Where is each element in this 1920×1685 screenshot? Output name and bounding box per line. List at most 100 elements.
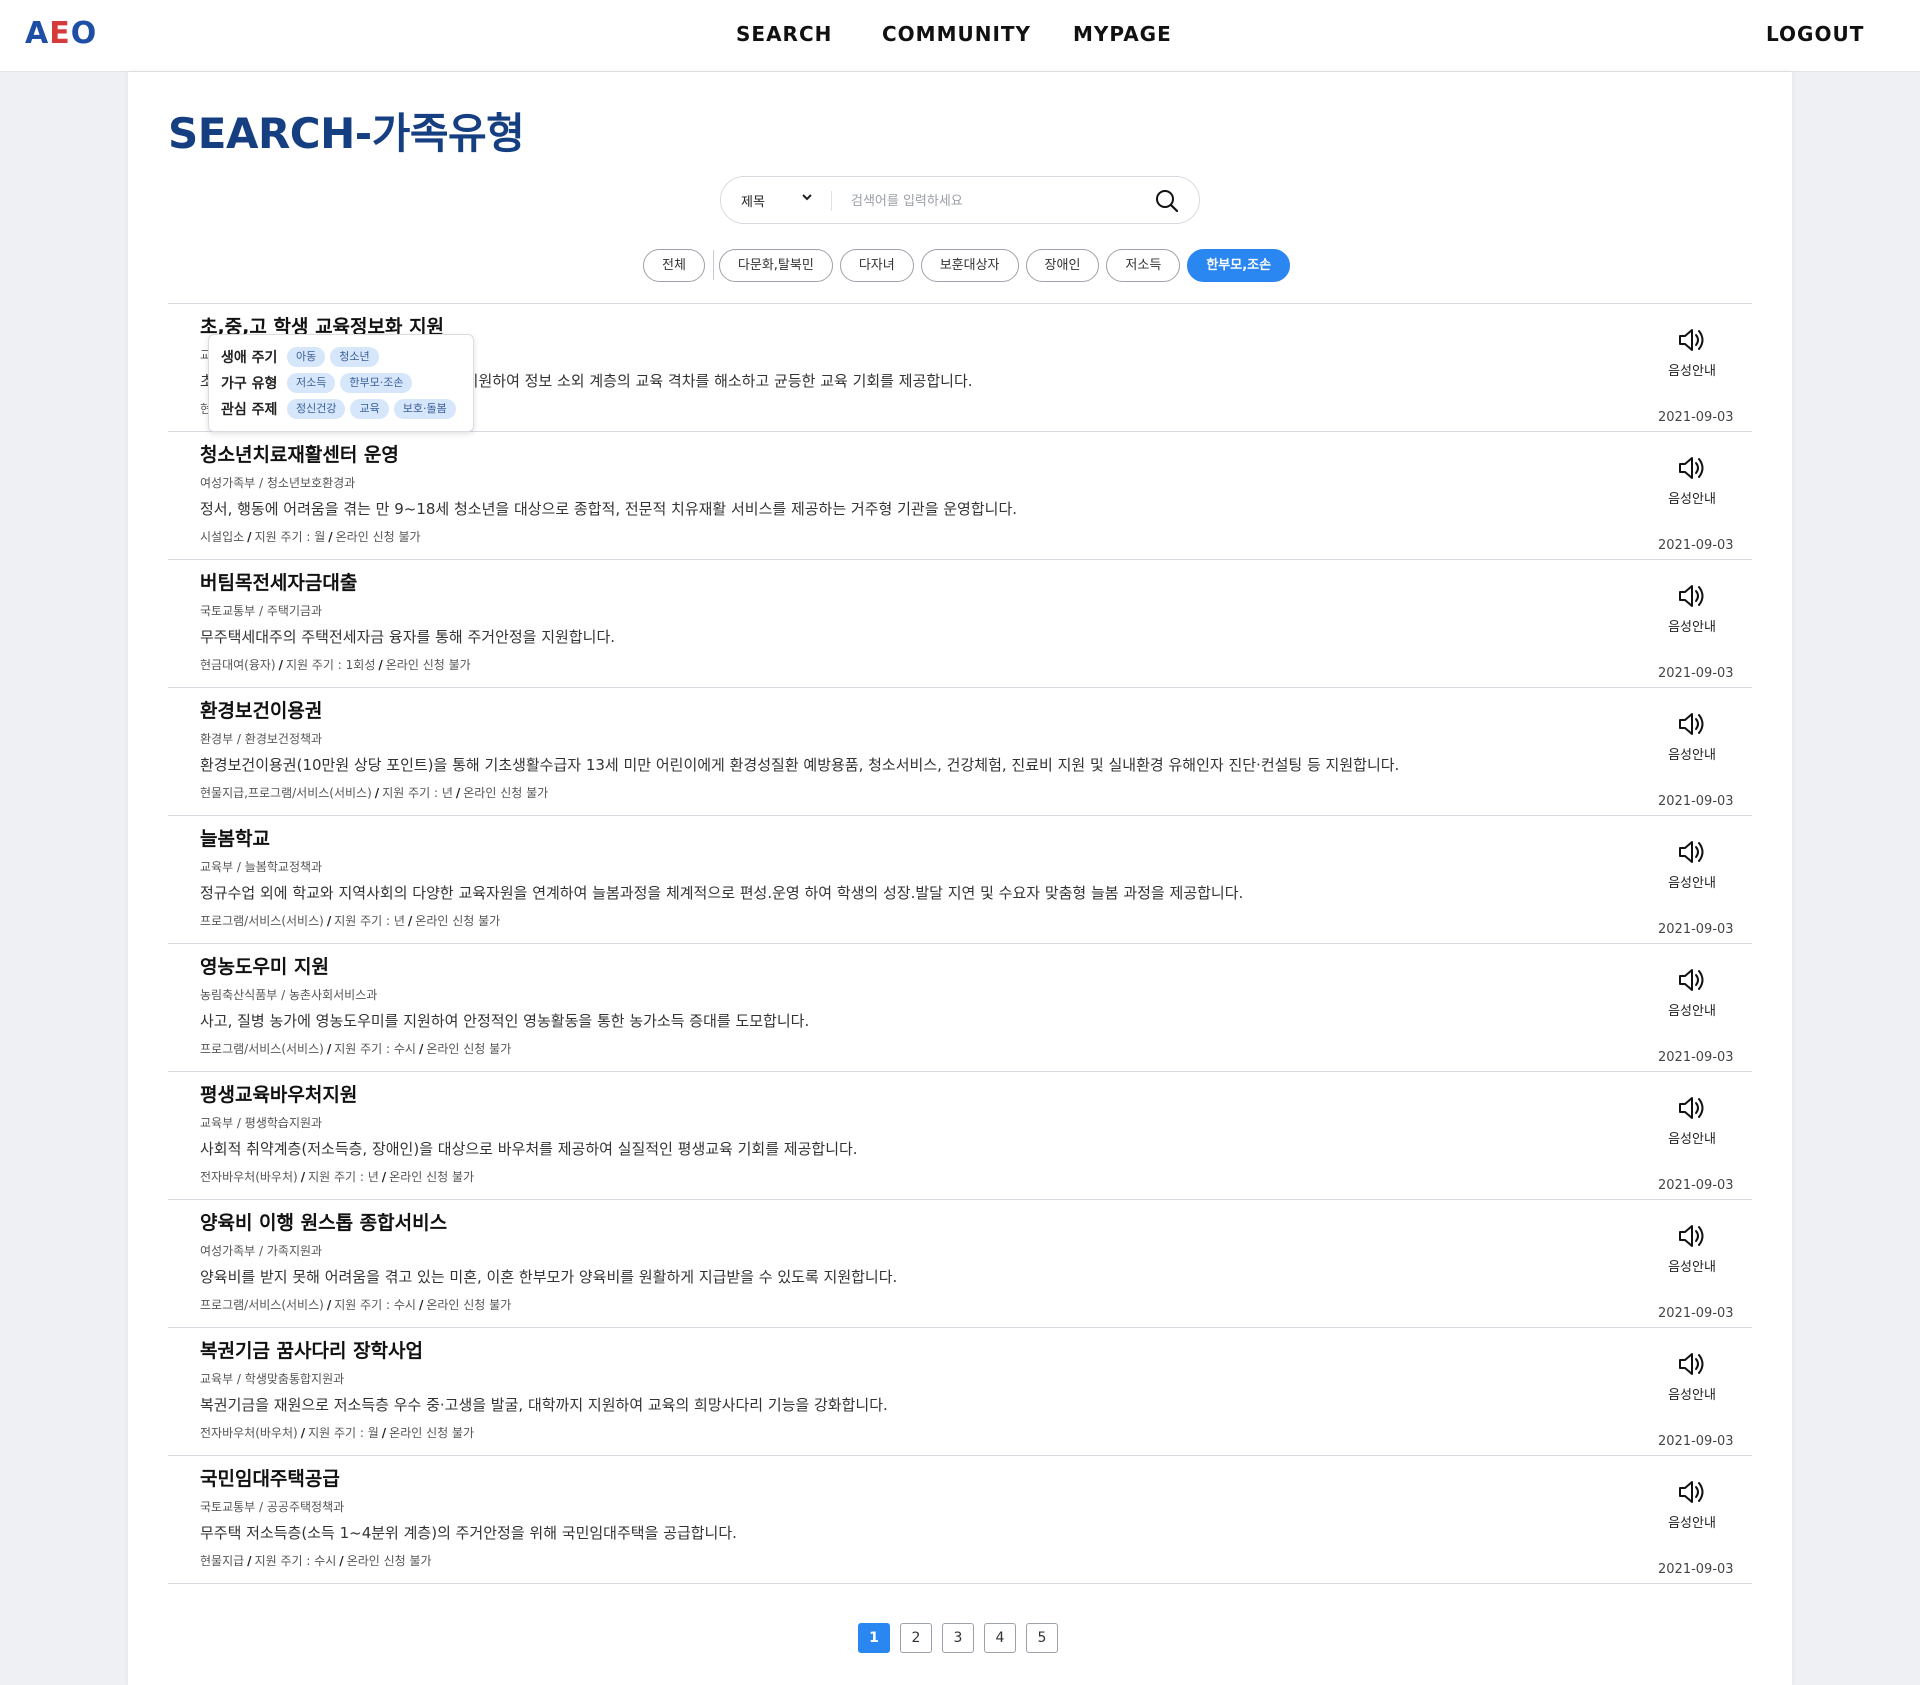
popup-label: 생애 주기: [221, 350, 278, 366]
item-date: 2021-09-03: [1658, 794, 1734, 809]
filter-divider: [712, 250, 714, 280]
filter-chip[interactable]: 전체: [643, 248, 705, 282]
item-meta: 현물지급 / 지원 주기 : 수시 / 온라인 신청 불가: [200, 1552, 432, 1569]
audio-guide-label: 음성안내: [1668, 1004, 1716, 1019]
audio-guide-button[interactable]: 음성안내: [1662, 326, 1722, 379]
audio-guide-button[interactable]: 음성안내: [1662, 454, 1722, 507]
popup-tag[interactable]: 청소년: [330, 347, 379, 367]
meta-value: 온라인 신청 불가: [389, 1170, 475, 1184]
item-description: 사회적 취약계층(저소득층, 장애인)을 대상으로 바우처를 제공하여 실질적인…: [200, 1140, 858, 1158]
meta-value: 지원 주기 : 년: [382, 786, 453, 800]
item-date: 2021-09-03: [1658, 538, 1734, 553]
audio-guide-button[interactable]: 음성안내: [1662, 582, 1722, 635]
popup-label: 가구 유형: [221, 376, 278, 392]
item-title[interactable]: 양육비 이행 원스톱 종합서비스: [200, 1208, 447, 1235]
item-description: 복권기금을 재원으로 저소득층 우수 중·고생을 발굴, 대학까지 지원하여 교…: [200, 1396, 888, 1414]
item-description: 사고, 질병 농가에 영농도우미를 지원하여 안정적인 영농활동을 통한 농가소…: [200, 1012, 810, 1030]
item-department: 여성가족부 / 청소년보호환경과: [200, 476, 356, 490]
item-meta: 전자바우처(바우처) / 지원 주기 : 년 / 온라인 신청 불가: [200, 1168, 474, 1185]
meta-separator: /: [247, 530, 252, 544]
item-department: 교육부 / 학생맞춤통합지원과: [200, 1372, 345, 1386]
speaker-icon: [1662, 710, 1722, 738]
meta-separator: /: [378, 658, 383, 672]
popup-tag[interactable]: 저소득: [287, 373, 336, 393]
meta-value: 지원 주기 : 1회성: [286, 658, 376, 672]
audio-guide-label: 음성안내: [1668, 1516, 1716, 1531]
nav-search-link[interactable]: SEARCH: [736, 22, 832, 46]
item-description: 무주택세대주의 주택전세자금 융자를 통해 주거안정을 지원합니다.: [200, 628, 616, 646]
meta-separator: /: [374, 786, 380, 800]
audio-guide-label: 음성안내: [1668, 876, 1716, 891]
popup-tag[interactable]: 보호·돌봄: [393, 399, 456, 419]
popup-tag[interactable]: 정신건강: [287, 399, 346, 419]
item-date: 2021-09-03: [1658, 1306, 1734, 1321]
item-department: 농림축산식품부 / 농촌사회서비스과: [200, 988, 378, 1002]
list-item: 국민임대주택공급국토교통부 / 공공주택정책과무주택 저소득층(소득 1~4분위…: [168, 1456, 1752, 1584]
meta-value: 전자바우처(바우처): [200, 1426, 298, 1440]
nav-community-link[interactable]: COMMUNITY: [882, 22, 1031, 46]
list-item: 버팀목전세자금대출 국토교통부 / 주택기금과 무주택세대주의 주택전세자금 융자를…: [168, 560, 1752, 688]
meta-value: 시설입소: [200, 530, 245, 544]
audio-guide-label: 음성안내: [1668, 1132, 1716, 1147]
audio-guide-button[interactable]: 음성안내: [1662, 1094, 1722, 1147]
chevron-down-icon[interactable]: [801, 189, 813, 209]
list-item: 청소년치료재활센터 운영여성가족부 / 청소년보호환경과정서, 행동에 어려움을…: [168, 432, 1752, 560]
item-date: 2021-09-03: [1658, 1562, 1734, 1577]
speaker-icon: [1662, 582, 1722, 610]
filter-chip[interactable]: 보훈대상자: [920, 248, 1019, 282]
item-title[interactable]: 버팀목전세자금대출: [200, 568, 357, 595]
page-button[interactable]: 5: [1026, 1623, 1058, 1653]
page-button[interactable]: 4: [984, 1623, 1016, 1653]
item-date: 2021-09-03: [1658, 1178, 1734, 1193]
item-title[interactable]: 국민임대주택공급: [200, 1464, 340, 1491]
audio-guide-button[interactable]: 음성안내: [1662, 710, 1722, 763]
audio-guide-label: 음성안내: [1668, 748, 1716, 763]
item-title[interactable]: 평생교육바우처지원: [200, 1080, 357, 1107]
popup-tag[interactable]: 한부모·조손: [340, 373, 413, 393]
item-department: 국토교통부 / 공공주택정책과: [200, 1500, 345, 1514]
item-title[interactable]: 늘봄학교: [200, 824, 270, 851]
meta-separator: /: [455, 786, 461, 800]
filter-chip[interactable]: 장애인: [1025, 248, 1100, 282]
item-title[interactable]: 환경보건이용권: [200, 696, 322, 723]
search-field-select[interactable]: 제목: [741, 191, 765, 210]
meta-value: 지원 주기 : 년: [334, 914, 405, 928]
item-description: 무주택 저소득층(소득 1~4분위 계층)의 주거안정을 위해 국민임대주택을 …: [200, 1524, 737, 1542]
list-item: 영농도우미 지원농림축산식품부 / 농촌사회서비스과사고, 질병 농가에 영농도…: [168, 944, 1752, 1072]
item-meta: 프로그램/서비스(서비스) / 지원 주기 : 수시 / 온라인 신청 불가: [200, 1040, 511, 1057]
audio-guide-button[interactable]: 음성안내: [1662, 1350, 1722, 1403]
page-button[interactable]: 1: [858, 1623, 890, 1653]
page-button[interactable]: 3: [942, 1623, 974, 1653]
audio-guide-button[interactable]: 음성안내: [1662, 1478, 1722, 1531]
meta-separator: /: [339, 1554, 344, 1568]
popup-tag[interactable]: 아동: [287, 347, 326, 367]
item-title[interactable]: 영농도우미 지원: [200, 952, 329, 979]
meta-separator: /: [326, 1042, 332, 1056]
item-title[interactable]: 복권기금 꿈사다리 장학사업: [200, 1336, 423, 1363]
filter-chip[interactable]: 다문화,탈북민: [718, 248, 833, 282]
family-type-filters: 전체 다문화,탈북민 다자녀 보훈대상자 장애인 저소득 한부모,조손: [643, 248, 1297, 282]
search-input[interactable]: [851, 187, 1141, 215]
audio-guide-button[interactable]: 음성안내: [1662, 838, 1722, 891]
meta-value: 온라인 신청 불가: [335, 530, 421, 544]
page-button[interactable]: 2: [900, 1623, 932, 1653]
item-meta: 시설입소 / 지원 주기 : 월 / 온라인 신청 불가: [200, 528, 421, 545]
search-icon[interactable]: [1153, 187, 1181, 215]
meta-separator: /: [278, 658, 283, 672]
filter-chip[interactable]: 저소득: [1106, 248, 1181, 282]
filter-chip[interactable]: 다자녀: [839, 248, 914, 282]
meta-value: 지원 주기 : 수시: [254, 1554, 337, 1568]
meta-separator: /: [407, 914, 413, 928]
audio-guide-button[interactable]: 음성안내: [1662, 1222, 1722, 1275]
popup-tag[interactable]: 교육: [350, 399, 389, 419]
logout-link[interactable]: LOGOUT: [1766, 22, 1864, 46]
filter-chip[interactable]: 한부모,조손: [1187, 248, 1291, 282]
speaker-icon: [1662, 966, 1722, 994]
popup-row: 관심 주제 정신건강 교육 보호·돌봄: [221, 399, 461, 419]
item-title[interactable]: 청소년치료재활센터 운영: [200, 440, 399, 467]
audio-guide-button[interactable]: 음성안내: [1662, 966, 1722, 1019]
meta-value: 온라인 신청 불가: [426, 1042, 512, 1056]
aeo-logo[interactable]: AEO: [25, 16, 97, 51]
item-description: 정서, 행동에 어려움을 겪는 만 9~18세 청소년을 대상으로 종합적, 전…: [200, 500, 1018, 518]
nav-mypage-link[interactable]: MYPAGE: [1073, 22, 1172, 46]
